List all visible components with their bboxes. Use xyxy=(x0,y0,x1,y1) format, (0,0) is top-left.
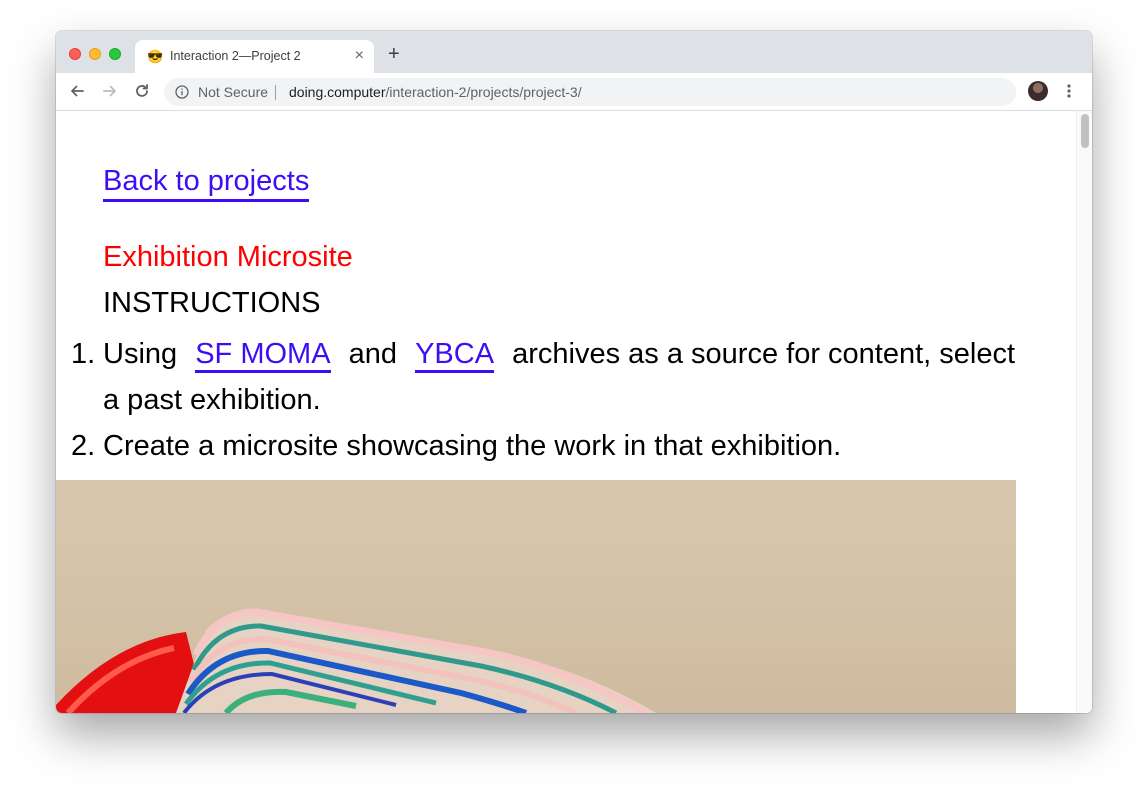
more-menu-icon[interactable] xyxy=(1063,81,1075,101)
minimize-window-button[interactable] xyxy=(89,48,101,60)
instructions-heading: INSTRUCTIONS xyxy=(103,287,321,319)
url-text[interactable]: doing.computer/interaction-2/projects/pr… xyxy=(289,84,582,101)
address-bar[interactable]: Not Secure doing.computer/interaction-2/… xyxy=(164,78,1016,106)
list-text: Using xyxy=(103,338,178,370)
back-arrow-icon[interactable] xyxy=(66,80,88,102)
tab-active[interactable]: 😎 Interaction 2—Project 2 × xyxy=(135,40,374,73)
page-viewport: Back to projects Exhibition Microsite IN… xyxy=(56,111,1092,713)
reload-icon[interactable] xyxy=(131,80,153,102)
tab-title: Interaction 2—Project 2 xyxy=(170,49,301,63)
new-tab-button[interactable]: + xyxy=(388,44,400,64)
close-tab-icon[interactable]: × xyxy=(355,47,364,65)
browser-window: 😎 Interaction 2—Project 2 × + Not Secure… xyxy=(56,31,1092,713)
sf-moma-link[interactable]: SF MOMA xyxy=(195,338,331,373)
browser-toolbar: Not Secure doing.computer/interaction-2/… xyxy=(56,73,1092,111)
striped-sculpture-image xyxy=(56,608,656,713)
list-text: Create a microsite showcasing the work i… xyxy=(103,430,842,462)
ybca-link[interactable]: YBCA xyxy=(415,338,495,373)
back-to-projects-link[interactable]: Back to projects xyxy=(103,163,310,202)
hero-image xyxy=(56,480,1016,713)
sunglasses-icon: 😎 xyxy=(147,49,164,64)
url-host: doing.computer xyxy=(289,84,386,100)
maximize-window-button[interactable] xyxy=(109,48,121,60)
info-icon[interactable] xyxy=(175,85,189,99)
list-number: 1. xyxy=(71,338,96,370)
url-path: /interaction-2/projects/project-3/ xyxy=(385,84,582,100)
forward-arrow-icon[interactable] xyxy=(99,80,121,102)
tab-strip: 😎 Interaction 2—Project 2 × + xyxy=(56,31,1092,73)
list-text: and xyxy=(348,338,398,370)
close-window-button[interactable] xyxy=(69,48,81,60)
profile-avatar[interactable] xyxy=(1028,81,1048,101)
list-number: 2. xyxy=(71,430,96,462)
project-title: Exhibition Microsite xyxy=(103,241,353,273)
list-item: 2. Create a microsite showcasing the wor… xyxy=(71,423,1033,469)
scrollbar-thumb[interactable] xyxy=(1081,114,1089,148)
omnibox-separator xyxy=(275,85,276,100)
scrollbar[interactable] xyxy=(1076,111,1092,713)
list-item: 1. Using SF MOMA and YBCA archives as a … xyxy=(71,331,1033,423)
security-label[interactable]: Not Secure xyxy=(198,84,268,101)
instructions-list: 1. Using SF MOMA and YBCA archives as a … xyxy=(71,331,1033,469)
